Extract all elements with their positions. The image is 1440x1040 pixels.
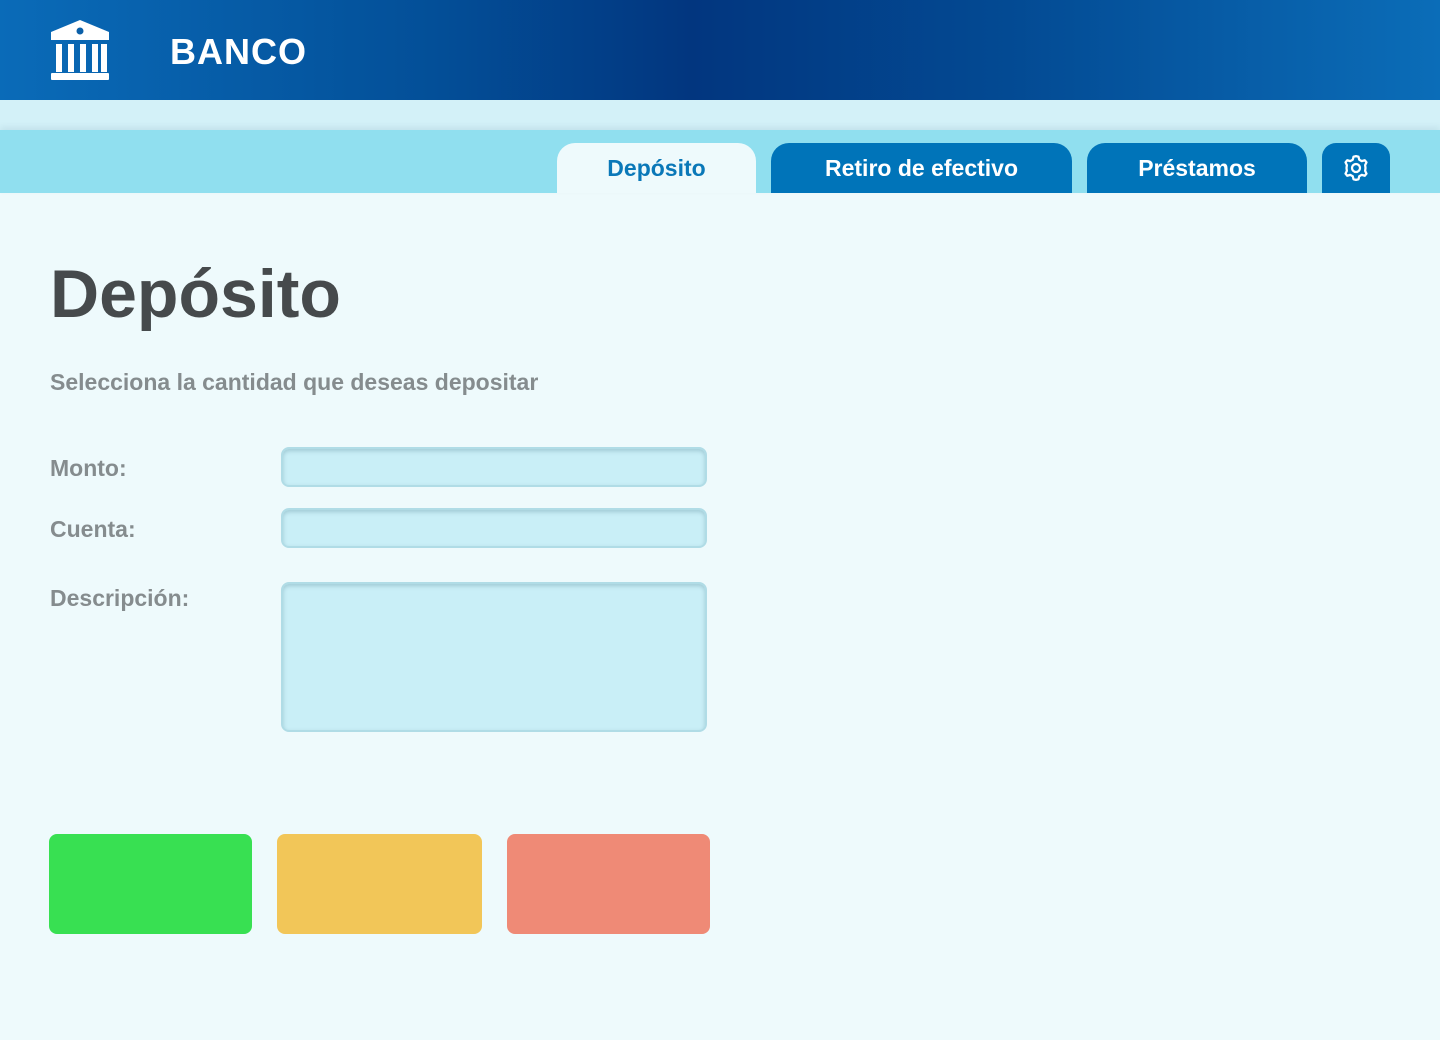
cuenta-input[interactable]: [281, 508, 707, 548]
gear-icon: [1344, 155, 1368, 181]
page-subtitle: Selecciona la cantidad que deseas deposi…: [50, 369, 539, 395]
cancel-button[interactable]: [507, 834, 710, 934]
page-title: Depósito: [50, 256, 341, 332]
descripcion-label: Descripción:: [50, 585, 190, 611]
settings-button[interactable]: [1322, 143, 1390, 193]
clear-button[interactable]: [277, 834, 482, 934]
top-header: BANCO: [0, 0, 1440, 100]
cuenta-label: Cuenta:: [50, 516, 136, 542]
tab-retiro-efectivo[interactable]: Retiro de efectivo: [771, 143, 1072, 193]
brand-name: BANCO: [170, 31, 307, 72]
monto-input[interactable]: [281, 447, 707, 487]
tab-deposito[interactable]: Depósito: [557, 143, 756, 193]
bank-icon[interactable]: [48, 18, 112, 82]
confirm-button[interactable]: [49, 834, 252, 934]
monto-label: Monto:: [50, 455, 127, 481]
descripcion-textarea[interactable]: [281, 582, 707, 732]
tab-prestamos[interactable]: Préstamos: [1087, 143, 1307, 193]
